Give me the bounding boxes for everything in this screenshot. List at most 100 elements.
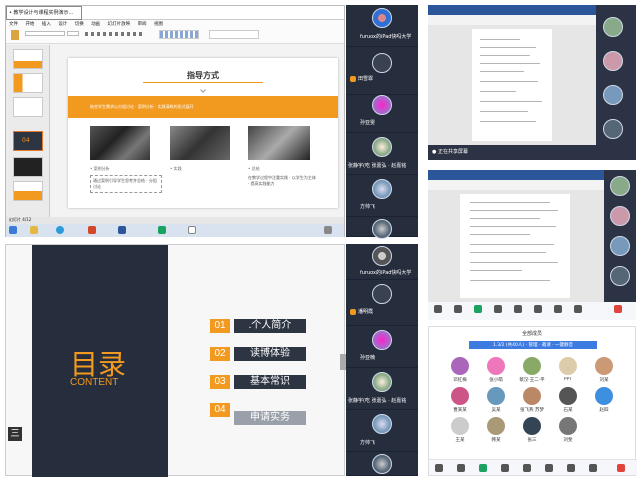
start-icon[interactable] (9, 226, 17, 234)
member-avatar[interactable] (451, 387, 469, 405)
member-avatar[interactable] (487, 417, 505, 435)
tray-icon[interactable] (324, 226, 332, 234)
ppt-icon[interactable] (88, 226, 96, 234)
ribbon-tab[interactable]: 切换 (75, 22, 84, 27)
participant-tile[interactable]: 孙亚楠 (346, 326, 418, 368)
explorer-icon[interactable] (30, 226, 38, 234)
avatar[interactable] (603, 51, 623, 71)
member-avatar[interactable] (523, 417, 541, 435)
member-avatar[interactable] (559, 357, 577, 375)
members-header: 全部成员 (521, 331, 542, 337)
avatar[interactable] (610, 266, 630, 286)
ribbon-tab[interactable]: 幻灯片放映 (108, 22, 131, 27)
word-page[interactable] (428, 190, 604, 302)
slide-canvas[interactable]: 指导方式 结合学生需求以分组讨论 · 案例分析 · 实践演练的形式展开 • 案例… (68, 58, 338, 208)
window-title-box[interactable]: • 教学设计与课程实例演示... (6, 6, 82, 20)
member-avatar[interactable] (559, 387, 577, 405)
member-avatar[interactable] (595, 387, 613, 405)
chat-icon[interactable] (545, 464, 553, 472)
end-icon[interactable] (617, 464, 625, 472)
participant-tile[interactable] (346, 452, 418, 476)
ribbon-tab[interactable]: 文件 (9, 22, 18, 27)
settings-icon[interactable] (574, 305, 582, 313)
shapes-gallery[interactable] (159, 30, 199, 39)
word-page[interactable] (428, 25, 596, 145)
word-icon[interactable] (118, 226, 126, 234)
toc-item[interactable]: 读博体验 (234, 347, 306, 361)
style-gallery[interactable] (209, 30, 259, 39)
ribbon-tab[interactable]: 设计 (58, 22, 67, 27)
video-icon[interactable] (454, 305, 462, 313)
avatar[interactable] (610, 236, 630, 256)
font-box[interactable] (25, 31, 65, 36)
record-icon[interactable] (494, 305, 502, 313)
member-avatar[interactable] (451, 417, 469, 435)
member-avatar[interactable] (559, 417, 577, 435)
slide-thumbnail[interactable] (13, 157, 43, 177)
participant-tile[interactable]: 方帅飞 (346, 175, 418, 217)
ribbon-tab[interactable]: 开始 (25, 22, 34, 27)
share-icon[interactable] (479, 464, 487, 472)
app-icon[interactable] (188, 226, 196, 234)
ribbon-tab[interactable]: 动画 (91, 22, 100, 27)
member-avatar[interactable] (487, 357, 505, 375)
slide-thumbnail[interactable] (13, 181, 43, 201)
members-icon[interactable] (523, 464, 531, 472)
avatar (372, 454, 392, 474)
participant-tile[interactable]: 孙亚雯 (346, 91, 418, 133)
avatar[interactable] (603, 85, 623, 105)
toc-item[interactable]: 基本常识 (234, 375, 306, 389)
avatar[interactable] (603, 17, 623, 37)
participant-tile[interactable]: 田雪霏 (346, 53, 418, 95)
member-avatar[interactable] (451, 357, 469, 375)
slide-thumbnail[interactable] (13, 97, 43, 117)
record-icon[interactable] (501, 464, 509, 472)
slide-thumbnail[interactable] (13, 49, 43, 69)
menu-button[interactable]: 三 (8, 427, 22, 441)
member-avatar[interactable] (523, 387, 541, 405)
paste-icon[interactable] (11, 30, 19, 40)
size-box[interactable] (67, 31, 79, 36)
chat-icon[interactable] (534, 305, 542, 313)
ribbon-tab[interactable]: 视图 (154, 22, 163, 27)
slide-thumbnail[interactable] (13, 73, 43, 93)
image-card-2 (170, 126, 230, 160)
settings-icon[interactable] (589, 464, 597, 472)
text-line (470, 202, 550, 203)
meeting-icon[interactable] (158, 226, 166, 234)
participant-name: furuox的iPad快吗大学 (360, 34, 412, 40)
text-line (480, 91, 516, 92)
participant-tile[interactable]: furuox的iPad快吗大学 (346, 244, 418, 280)
participant-tile[interactable]: 张静宇(吃 张嘉弘 · 赵嘉铭 (346, 133, 418, 175)
participant-tile[interactable]: furuox的iPad快吗大学 (346, 5, 418, 47)
collapse-handle[interactable] (340, 354, 346, 370)
members-icon[interactable] (514, 305, 522, 313)
avatar (372, 219, 392, 239)
participant-tile[interactable]: 方帅飞 (346, 410, 418, 452)
card1-note[interactable]: 通过案例引导学生思考并总结 · 分组讨论 (90, 175, 162, 193)
toc-number: 02 (210, 347, 230, 361)
mute-icon[interactable] (435, 464, 443, 472)
avatar[interactable] (610, 176, 630, 196)
member-avatar[interactable] (523, 357, 541, 375)
participant-tile[interactable] (346, 217, 418, 239)
share-icon[interactable] (474, 305, 482, 313)
slide-thumbnail-selected[interactable]: 04 (13, 131, 43, 151)
mute-icon[interactable] (434, 305, 442, 313)
ribbon-tab[interactable]: 插入 (42, 22, 51, 27)
member-avatar[interactable] (595, 357, 613, 375)
toc-item[interactable]: 申请实务 (234, 411, 306, 425)
video-icon[interactable] (457, 464, 465, 472)
toc-item[interactable]: .个人简介 (234, 319, 306, 333)
participant-tile[interactable]: 张静宇(吃 张嘉弘 · 赵嘉铭 (346, 368, 418, 410)
member-avatar[interactable] (487, 387, 505, 405)
apps-icon[interactable] (567, 464, 575, 472)
avatar[interactable] (603, 119, 623, 139)
participant-tile[interactable]: 潘明霞 (346, 284, 418, 326)
end-icon[interactable] (614, 305, 622, 313)
format-icons[interactable] (85, 32, 145, 36)
browser-icon[interactable] (56, 226, 64, 234)
ribbon-tab[interactable]: 审阅 (138, 22, 147, 27)
apps-icon[interactable] (554, 305, 562, 313)
avatar[interactable] (610, 206, 630, 226)
